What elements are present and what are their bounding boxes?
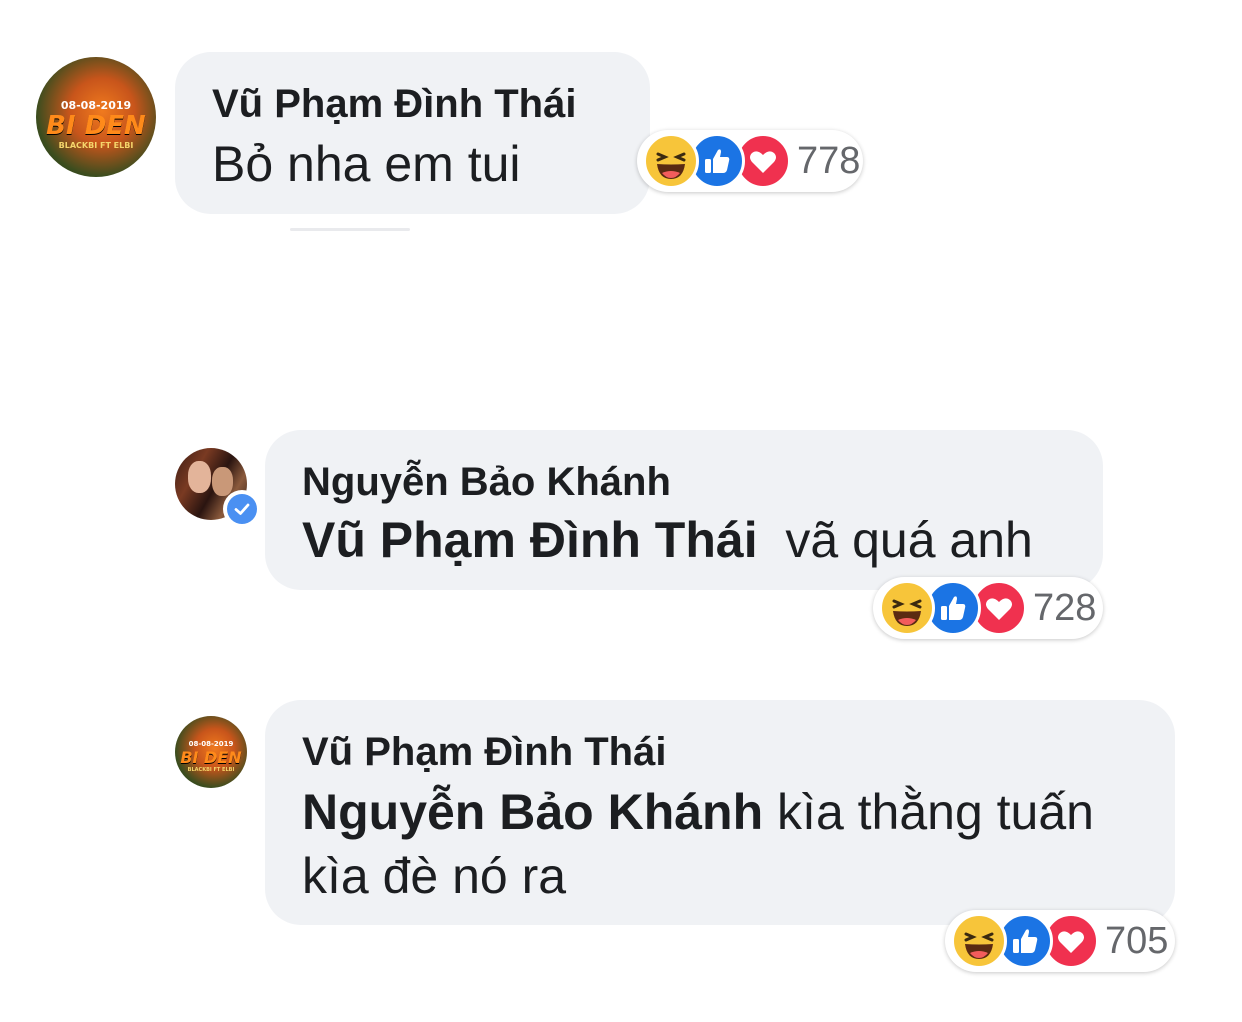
comment-text-content: kìa thằng tuấn bbox=[777, 784, 1094, 840]
comment-bubble[interactable]: Vũ Phạm Đình Thái Nguyễn Bảo Khánh kìa t… bbox=[265, 700, 1175, 925]
comment-author[interactable]: Vũ Phạm Đình Thái bbox=[302, 728, 1175, 776]
comment-text-line2: kìa đè nó ra bbox=[302, 848, 567, 904]
reaction-summary[interactable]: 778 bbox=[637, 130, 863, 192]
verified-badge-icon bbox=[223, 490, 261, 528]
comment-bubble[interactable]: Vũ Phạm Đình Thái Bỏ nha em tui bbox=[175, 52, 650, 214]
avatar[interactable]: 08-08-2019 BI DEN BLACKBI FT ELBI bbox=[175, 716, 247, 788]
reaction-summary[interactable]: 705 bbox=[945, 910, 1175, 972]
avatar-title-text: BI DEN bbox=[46, 111, 146, 141]
reaction-count: 728 bbox=[1033, 586, 1097, 629]
avatar-date-text: 08-08-2019 bbox=[188, 740, 234, 748]
reaction-count: 778 bbox=[797, 139, 861, 182]
avatar-image: 08-08-2019 BI DEN BLACKBI FT ELBI bbox=[36, 57, 156, 177]
comment-author[interactable]: Nguyễn Bảo Khánh bbox=[302, 458, 1103, 506]
comment-author[interactable]: Vũ Phạm Đình Thái bbox=[212, 80, 650, 128]
comment-text: Vũ Phạm Đình Thái vã quá anh bbox=[302, 508, 1103, 572]
avatar-subtitle-text: BLACKBI FT ELBI bbox=[187, 767, 235, 773]
divider bbox=[290, 228, 410, 231]
haha-icon bbox=[951, 913, 1007, 969]
reaction-summary[interactable]: 728 bbox=[873, 577, 1103, 639]
mention-link[interactable]: Nguyễn Bảo Khánh bbox=[302, 784, 763, 840]
comment-text: Nguyễn Bảo Khánh kìa thằng tuấn kìa đè n… bbox=[302, 780, 1175, 908]
avatar[interactable] bbox=[175, 448, 261, 528]
haha-icon bbox=[643, 133, 699, 189]
comment-text: Bỏ nha em tui bbox=[212, 132, 650, 196]
comment-text-content: vã quá anh bbox=[785, 512, 1033, 568]
comment-thread: 08-08-2019 BI DEN BLACKBI FT ELBI Vũ Phạ… bbox=[0, 0, 1242, 1022]
reaction-count: 705 bbox=[1105, 919, 1169, 962]
avatar[interactable]: 08-08-2019 BI DEN BLACKBI FT ELBI bbox=[36, 57, 156, 177]
haha-icon bbox=[879, 580, 935, 636]
mention-link[interactable]: Vũ Phạm Đình Thái bbox=[302, 512, 758, 568]
comment-bubble[interactable]: Nguyễn Bảo Khánh Vũ Phạm Đình Thái vã qu… bbox=[265, 430, 1103, 590]
avatar-image: 08-08-2019 BI DEN BLACKBI FT ELBI bbox=[175, 716, 247, 788]
comment-text-content: Bỏ nha em tui bbox=[212, 136, 521, 192]
avatar-title-text: BI DEN bbox=[180, 748, 242, 767]
avatar-subtitle-text: BLACKBI FT ELBI bbox=[58, 141, 134, 150]
